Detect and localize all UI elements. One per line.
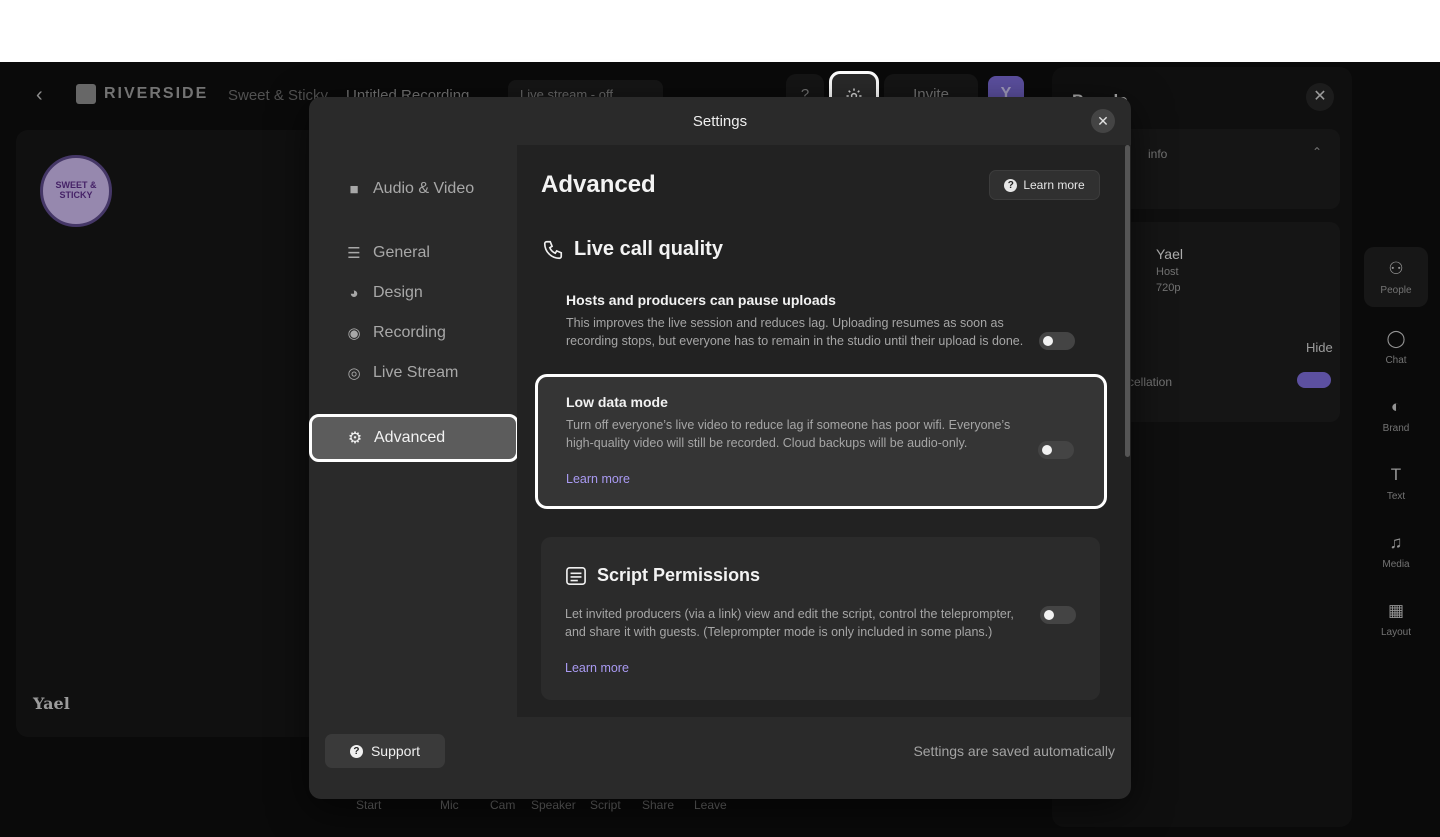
sliders-icon: ☰ [347, 245, 361, 262]
palette-icon: ◕ [349, 284, 359, 302]
studio-logo-sticker: SWEET & STICKY [40, 155, 112, 227]
script-learn-more-link[interactable]: Learn more [565, 659, 1025, 677]
settings-title: Settings [692, 113, 748, 130]
control-leave[interactable]: Leave [694, 798, 727, 812]
nav-advanced-label: Advanced [374, 429, 446, 446]
pause-uploads-toggle[interactable] [1039, 332, 1075, 350]
pause-uploads-description: This improves the live session and reduc… [566, 316, 1024, 348]
rail-people[interactable]: ⚇ People [1364, 247, 1428, 307]
text-icon: T [1390, 464, 1402, 484]
logo-text: RIVERSIDE [104, 85, 209, 102]
script-icon [566, 566, 586, 585]
hide-button[interactable]: Hide [1306, 340, 1333, 355]
settings-modal: Settings ✕ ■ Audio & Video ☰ General ◕ Desi… [309, 97, 1131, 799]
sticker-text: SWEET & STICKY [55, 180, 97, 200]
chevron-up-icon[interactable]: ⌃ [1312, 145, 1322, 159]
participant-role: Host [1156, 266, 1179, 278]
script-permissions-title: Script Permissions [597, 565, 761, 585]
stage-participant-name: Yael [33, 694, 70, 713]
rail-layout-label: Layout [1380, 626, 1412, 638]
learn-more-label: Learn more [1023, 178, 1085, 192]
help-icon: ? [1004, 178, 1018, 192]
pause-uploads-title: Hosts and producers can pause uploads [566, 292, 836, 308]
low-data-mode-description: Turn off everyone’s live video to reduce… [566, 418, 1011, 450]
broadcast-icon: ◎ [347, 365, 361, 382]
control-script[interactable]: Script [590, 798, 621, 812]
rail-brand-label: Brand [1382, 422, 1410, 434]
rail-brand[interactable]: ◐ Brand [1364, 385, 1428, 445]
close-icon[interactable]: ✕ [1091, 109, 1115, 133]
low-data-mode-option: Low data mode Turn off everyone’s live v… [535, 374, 1107, 509]
record-icon: ◉ [347, 325, 361, 342]
page-title: Advanced [541, 171, 656, 198]
control-speaker[interactable]: Speaker [531, 798, 576, 812]
nav-recording-label: Recording [373, 324, 446, 341]
rail-layout[interactable]: ▦ Layout [1364, 589, 1428, 649]
participant-name: Yael [1156, 246, 1183, 262]
learn-more-button[interactable]: ? Learn more [989, 170, 1100, 200]
nav-recording[interactable]: ◉ Recording [345, 318, 446, 348]
autosave-note: Settings are saved automatically [913, 743, 1115, 759]
script-permissions-card: Script Permissions Let invited producers… [541, 537, 1100, 700]
control-start[interactable]: Start [356, 798, 381, 812]
low-data-mode-toggle[interactable] [1038, 441, 1074, 459]
low-data-mode-title: Low data mode [566, 394, 668, 410]
rail-text[interactable]: T Text [1364, 453, 1428, 513]
back-icon[interactable]: ‹ [36, 84, 43, 107]
content-scrollbar[interactable] [1125, 145, 1130, 457]
support-label: Support [370, 743, 421, 759]
control-share[interactable]: Share [642, 798, 674, 812]
live-call-quality-heading: Live call quality [542, 238, 723, 261]
grid-icon: ▦ [1387, 600, 1405, 620]
gear-icon: ⚙ [347, 430, 363, 447]
live-call-quality-title: Live call quality [574, 238, 723, 260]
nav-design-label: Design [373, 284, 423, 301]
rail-people-label: People [1380, 284, 1412, 296]
music-icon: ♫ [1389, 532, 1403, 552]
low-data-learn-more-link[interactable]: Learn more [566, 470, 1026, 488]
people-icon: ⚇ [1388, 258, 1404, 278]
nav-audio-video[interactable]: ■ Audio & Video [345, 174, 474, 204]
nav-advanced[interactable]: ⚙ Advanced [309, 414, 519, 462]
control-cam[interactable]: Cam [490, 798, 515, 812]
script-permissions-description: Let invited producers (via a link) view … [565, 607, 1014, 639]
rail-chat[interactable]: ◯ Chat [1364, 317, 1428, 377]
nav-live-stream-label: Live Stream [373, 364, 459, 381]
chat-icon: ◯ [1386, 328, 1406, 348]
participant-resolution: 720p [1156, 282, 1181, 294]
nav-audio-video-label: Audio & Video [373, 180, 475, 197]
riverside-logo: RIVERSIDE [76, 84, 208, 104]
script-permissions-heading: Script Permissions [565, 565, 760, 586]
phone-icon [543, 240, 563, 259]
noise-cancellation-toggle[interactable] [1297, 372, 1331, 388]
nav-general-label: General [373, 244, 430, 261]
close-icon[interactable]: ✕ [1306, 83, 1334, 111]
rail-media-label: Media [1382, 558, 1410, 570]
nav-general[interactable]: ☰ General [345, 238, 430, 268]
support-button[interactable]: ? Support [325, 734, 445, 768]
script-permissions-toggle[interactable] [1040, 606, 1076, 624]
rail-chat-label: Chat [1385, 354, 1407, 366]
nav-live-stream[interactable]: ◎ Live Stream [345, 358, 458, 388]
side-rail: ⚇ People ◯ Chat ◐ Brand T Text ♫ Media ▦ Layou… [1360, 62, 1440, 837]
rail-text-label: Text [1386, 490, 1406, 502]
help-icon: ? [349, 744, 363, 758]
noise-cancellation-label: cellation [1128, 375, 1173, 389]
control-bar: Start Mic Cam Speaker Script Share Leave [0, 798, 800, 818]
logo-mark-icon [76, 84, 96, 104]
palette-icon: ◐ [1390, 396, 1402, 416]
nav-design[interactable]: ◕ Design [345, 278, 423, 308]
camera-icon: ■ [349, 180, 359, 198]
rail-media[interactable]: ♫ Media [1364, 521, 1428, 581]
session-info-label: info [1148, 147, 1168, 161]
control-mic[interactable]: Mic [440, 798, 459, 812]
